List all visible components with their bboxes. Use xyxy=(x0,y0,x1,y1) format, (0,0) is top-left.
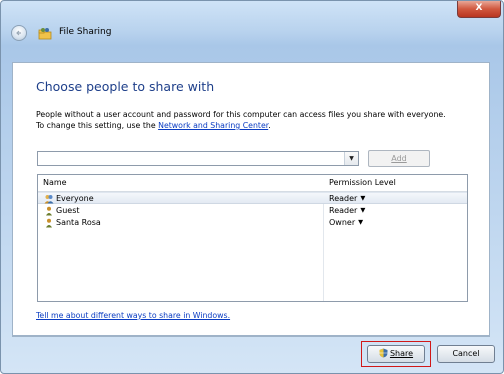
back-button[interactable] xyxy=(11,25,27,41)
file-sharing-icon xyxy=(38,28,52,40)
description-line-1: People without a user account and passwo… xyxy=(36,110,446,119)
uac-shield-icon xyxy=(379,348,388,357)
sharing-help-link[interactable]: Tell me about different ways to share in… xyxy=(36,311,230,320)
list-item-everyone[interactable]: Everyone Reader ▼ xyxy=(38,192,467,204)
cancel-button[interactable]: Cancel xyxy=(437,345,495,363)
window-title: File Sharing xyxy=(59,27,112,37)
permission-dropdown[interactable]: Reader ▼ xyxy=(329,206,365,215)
user-name: Everyone xyxy=(56,194,94,203)
share-button-label: Share xyxy=(389,349,414,358)
close-button[interactable]: X xyxy=(457,1,501,18)
user-name: Santa Rosa xyxy=(56,218,101,227)
caret-down-icon: ▼ xyxy=(358,218,364,226)
permission-value: Reader xyxy=(329,206,358,215)
column-header-name[interactable]: Name xyxy=(43,178,67,187)
file-sharing-window: X File Sharing Choose people to share wi… xyxy=(0,0,504,374)
title-bar xyxy=(1,1,503,21)
content-panel: Choose people to share with People witho… xyxy=(12,62,490,336)
description-line-2-suffix: . xyxy=(268,121,271,130)
user-permission-list[interactable]: Name Permission Level Everyone Reader ▼ G… xyxy=(37,174,468,302)
network-sharing-center-link[interactable]: Network and Sharing Center xyxy=(158,121,268,130)
description-line-2-prefix: To change this setting, use the xyxy=(36,121,159,130)
permission-dropdown[interactable]: Reader ▼ xyxy=(329,194,365,203)
permission-value: Reader xyxy=(329,194,358,203)
permission-dropdown[interactable]: Owner ▼ xyxy=(329,218,363,227)
footer-divider xyxy=(12,336,490,337)
description-text: People without a user account and passwo… xyxy=(36,109,476,131)
list-header: Name Permission Level xyxy=(38,175,467,192)
user-name-combobox[interactable]: ▼ xyxy=(37,151,359,166)
caret-down-icon: ▼ xyxy=(360,206,366,214)
user-icon xyxy=(46,206,52,216)
back-arrow-icon xyxy=(16,30,21,36)
add-button[interactable]: Add xyxy=(368,150,430,167)
list-item-guest[interactable]: Guest Reader ▼ xyxy=(38,205,467,217)
page-heading: Choose people to share with xyxy=(36,79,215,94)
caret-down-icon: ▼ xyxy=(360,194,366,202)
permission-value: Owner xyxy=(329,218,356,227)
user-name: Guest xyxy=(56,206,80,215)
add-button-label: Add xyxy=(391,154,407,163)
list-item-santa-rosa[interactable]: Santa Rosa Owner ▼ xyxy=(38,217,467,229)
share-button[interactable]: Share xyxy=(367,345,425,363)
dropdown-arrow-icon[interactable]: ▼ xyxy=(344,152,358,165)
users-group-icon xyxy=(44,195,54,204)
column-header-permission[interactable]: Permission Level xyxy=(329,178,396,187)
user-icon xyxy=(46,218,52,228)
